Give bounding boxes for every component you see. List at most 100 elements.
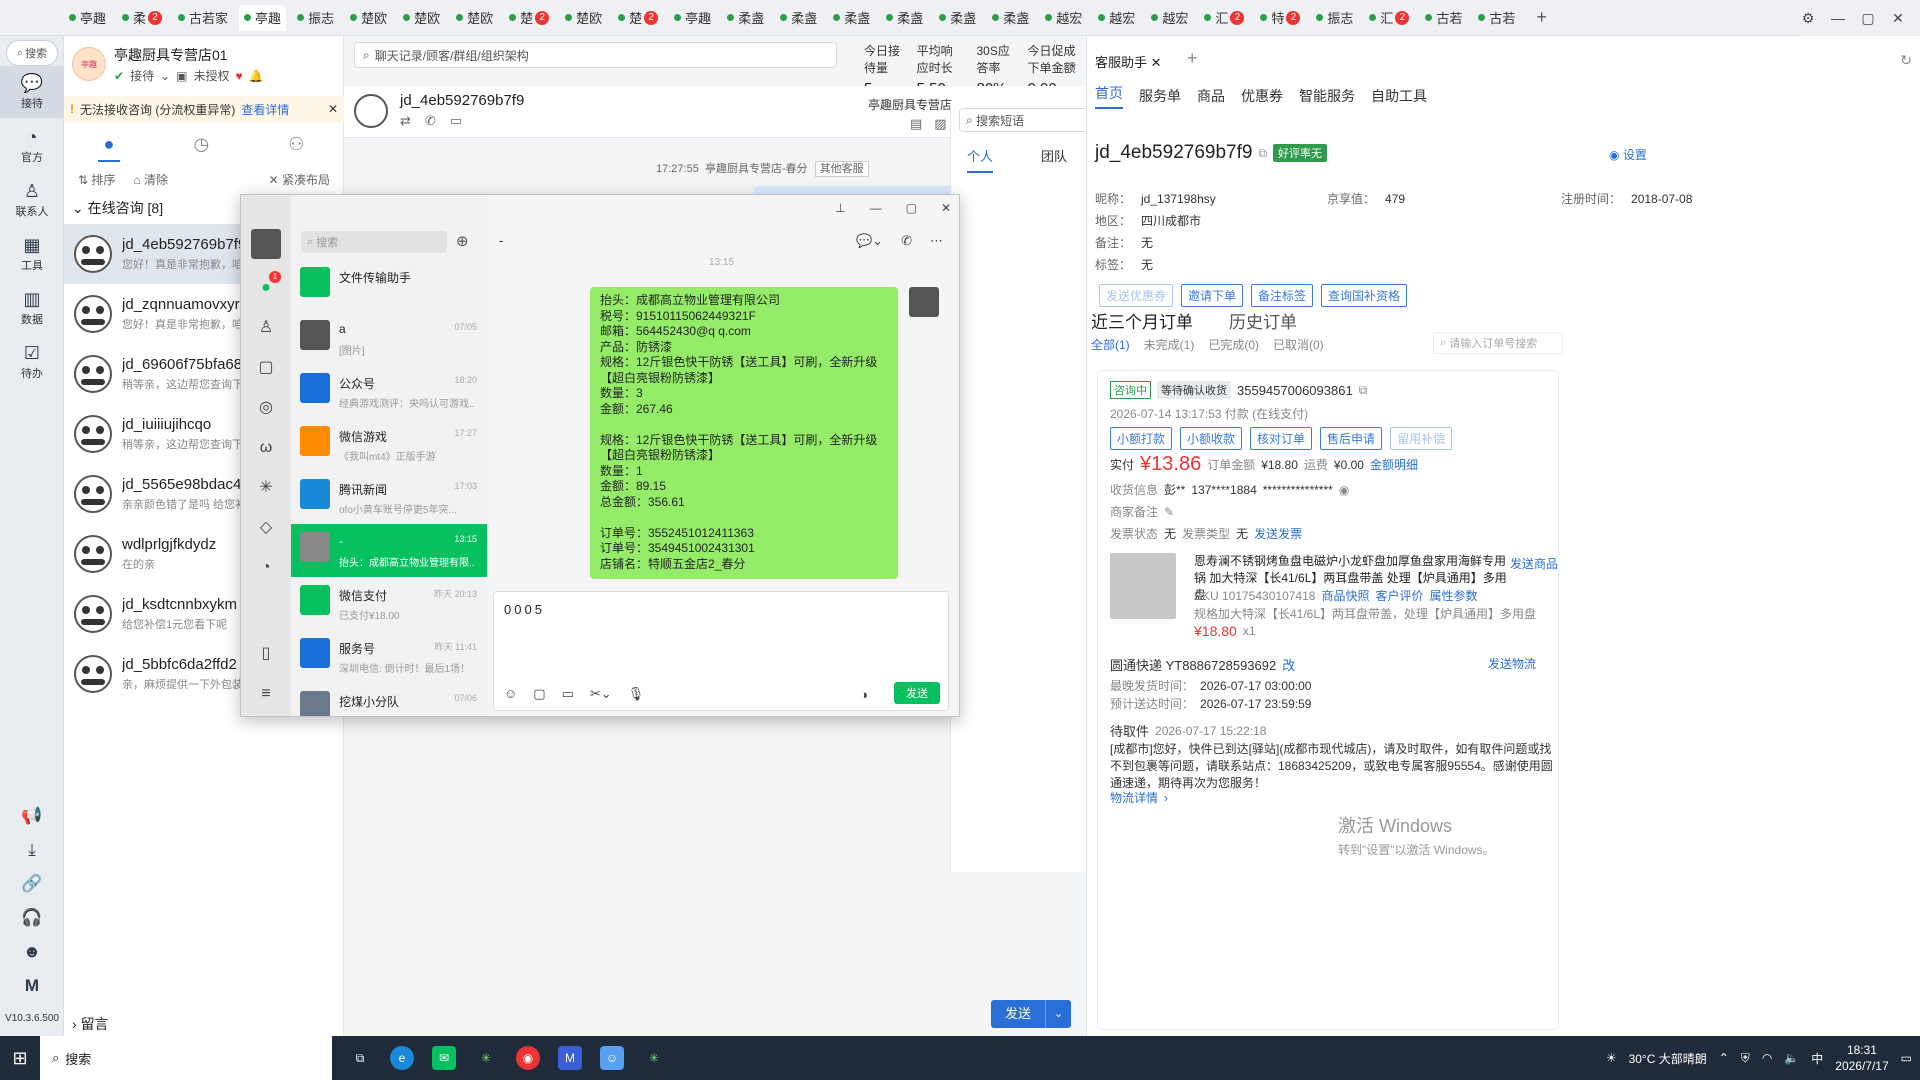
sort-button[interactable]: ⇅ 排序 [78, 171, 115, 188]
top-tab[interactable]: 古若 [1473, 5, 1520, 31]
top-tab[interactable]: 柔盏 [881, 5, 928, 31]
headset-icon[interactable]: 🎧 [0, 908, 64, 928]
voice-to-text-icon[interactable]: ◑ [860, 687, 868, 702]
order-filter[interactable]: 全部(1) [1091, 336, 1130, 353]
favorites-icon[interactable]: ▢ [533, 686, 545, 702]
close-icon[interactable]: ✕ [941, 201, 951, 215]
assistant-nav-tab[interactable]: 自助工具 [1371, 86, 1427, 106]
group-tab-icon[interactable]: ⚇ [288, 134, 304, 155]
change-link[interactable]: 改 [1282, 655, 1295, 674]
amount-detail-link[interactable]: 金额明细 [1370, 456, 1418, 473]
send-options-chevron-icon[interactable]: ⌄ [1045, 1000, 1072, 1028]
taskbar-search-input[interactable]: ⌕ 搜索 [40, 1036, 332, 1080]
wechat-channels-icon[interactable]: ω [253, 435, 279, 461]
wechat-chat-item[interactable]: 微信支付 已支付¥18.00 昨天 20:13 [291, 577, 487, 630]
app-red-icon[interactable]: ◉ [516, 1046, 540, 1070]
top-tab[interactable]: 柔盏 [987, 5, 1034, 31]
top-tab[interactable]: 越宏 [1040, 5, 1087, 31]
m-logo-icon[interactable]: M [0, 976, 64, 996]
app-star-icon[interactable]: ✳ [474, 1046, 498, 1070]
phrase-tab-team[interactable]: 团队 [1041, 146, 1067, 173]
close-icon[interactable]: ✕ [1890, 10, 1906, 27]
top-tab[interactable]: 振志 [292, 5, 339, 31]
top-tab[interactable]: 楚欧 [451, 5, 498, 31]
top-tab[interactable]: 亭趣 [64, 5, 111, 31]
app-chat-icon[interactable]: ☺ [600, 1046, 624, 1070]
minimize-icon[interactable]: — [870, 201, 882, 215]
rail-search-button[interactable]: ⌕ 搜索 [6, 40, 58, 66]
wechat-search-input[interactable]: ⌕ 搜索 [301, 231, 447, 253]
top-tab[interactable]: 特2 [1255, 5, 1305, 31]
rail-item-tools[interactable]: ▦ 工具 [0, 228, 64, 280]
wechat-miniprogram-icon[interactable]: ◇ [253, 515, 279, 541]
wechat-favorites-icon[interactable]: ▢ [253, 355, 279, 381]
assistant-nav-tab[interactable]: 优惠券 [1241, 86, 1283, 106]
minimize-icon[interactable]: — [1830, 10, 1846, 26]
scissors-icon[interactable]: ✂⌄ [590, 686, 612, 702]
wechat-chat-item[interactable]: 腾讯新闻 ofo小黄车账号停更5年突... 17:03 [291, 471, 487, 524]
call-icon[interactable]: ✆ [901, 233, 912, 249]
top-tab[interactable]: 越宏 [1093, 5, 1140, 31]
speaker-icon[interactable]: 📢 [0, 806, 64, 826]
top-tab[interactable]: 柔2 [117, 5, 167, 31]
top-tab[interactable]: 楚2 [613, 5, 663, 31]
top-tab[interactable]: 楚欧 [560, 5, 607, 31]
phrase-tab-personal[interactable]: 个人 [967, 146, 994, 173]
eye-icon[interactable]: ◉ [1339, 483, 1349, 497]
attributes-link[interactable]: 属性参数 [1429, 587, 1477, 604]
recent-orders-tab[interactable]: 近三个月订单 [1091, 308, 1193, 333]
top-tab[interactable]: 柔盏 [934, 5, 981, 31]
top-tab[interactable]: 柔盏 [828, 5, 875, 31]
top-tab[interactable]: 汇2 [1364, 5, 1414, 31]
task-view-icon[interactable]: ⧉ [348, 1046, 372, 1070]
snapshot-link[interactable]: 商品快照 [1321, 587, 1369, 604]
weather-text[interactable]: 30°C 大部晴朗 [1629, 1050, 1707, 1067]
more-icon[interactable]: ⋯ [930, 233, 943, 249]
weather-icon[interactable]: ☀ [1606, 1051, 1617, 1065]
top-tab[interactable]: 亭趣 [669, 5, 716, 31]
send-logistics-link[interactable]: 发送物流 [1488, 655, 1536, 672]
rail-item-official[interactable]: ◔ 官方 [0, 120, 64, 172]
add-tab-icon[interactable]: + [1536, 7, 1547, 28]
order-filter[interactable]: 未完成(1) [1144, 336, 1195, 353]
wechat-games-icon[interactable]: ◔ [253, 555, 279, 581]
chevron-down-icon[interactable]: ⌄ [1068, 56, 1078, 70]
assistant-nav-tab[interactable]: 商品 [1197, 86, 1225, 106]
wechat-menu-icon[interactable]: ≡ [253, 681, 279, 707]
bell-icon[interactable]: 🔔 [249, 69, 264, 83]
user-action-button[interactable]: 邀请下单 [1181, 284, 1244, 307]
merchant-remark[interactable]: 商家备注 ✎ [1110, 503, 1174, 520]
settings-link[interactable]: ◉ 设置 [1609, 146, 1647, 163]
wifi-icon[interactable]: ◠ [1762, 1051, 1772, 1065]
order-action-button[interactable]: 留用补偿 [1390, 427, 1453, 450]
order-filter[interactable]: 已取消(0) [1273, 336, 1324, 353]
maximize-icon[interactable]: ▢ [1860, 10, 1876, 27]
phrase-search-input[interactable]: ⌕ 搜索短语 [959, 108, 1093, 132]
add-icon[interactable]: ⊕ [456, 232, 469, 250]
emoji-icon[interactable]: ☺ [504, 686, 517, 702]
wechat-chats-icon[interactable]: ● 1 [253, 271, 281, 301]
note-icon[interactable]: ▤ [910, 116, 922, 132]
refresh-icon[interactable]: ↻ [1900, 52, 1912, 69]
history-orders-tab[interactable]: 历史订单 [1229, 308, 1297, 333]
chat-bubble-icon[interactable]: 💬⌄ [856, 233, 883, 249]
leave-message-section[interactable]: › 留言 [72, 1014, 109, 1034]
robot-icon[interactable]: ☻ [0, 942, 64, 962]
send-goods-link[interactable]: 发送商品 [1510, 555, 1558, 572]
clock[interactable]: 18:31 2026/7/17 [1835, 1042, 1888, 1074]
close-icon[interactable]: ✕ [1151, 55, 1162, 70]
compact-layout-button[interactable]: ✕ 紧凑布局 [269, 171, 330, 188]
phone-icon[interactable]: ✆ [425, 113, 436, 129]
shield-icon[interactable]: ⛨ [1741, 1051, 1750, 1066]
send-invoice-link[interactable]: 发送发票 [1254, 525, 1302, 542]
top-tab[interactable]: 亭趣 [239, 4, 287, 31]
top-tab[interactable]: 楚欧 [398, 5, 445, 31]
download-icon[interactable]: ⤓ [0, 840, 64, 860]
top-tab[interactable]: 柔盏 [775, 5, 822, 31]
wechat-chat-item[interactable]: 挖煤小分队 07/06 [291, 683, 487, 716]
rail-item-data[interactable]: ▥ 数据 [0, 282, 64, 334]
customer-avatar[interactable] [354, 94, 388, 128]
wechat-chat-item[interactable]: 文件传输助手 [291, 259, 487, 312]
assistant-tab[interactable]: 客服助手 ✕ [1095, 52, 1162, 71]
pin-icon[interactable]: ⊥ [835, 201, 845, 215]
